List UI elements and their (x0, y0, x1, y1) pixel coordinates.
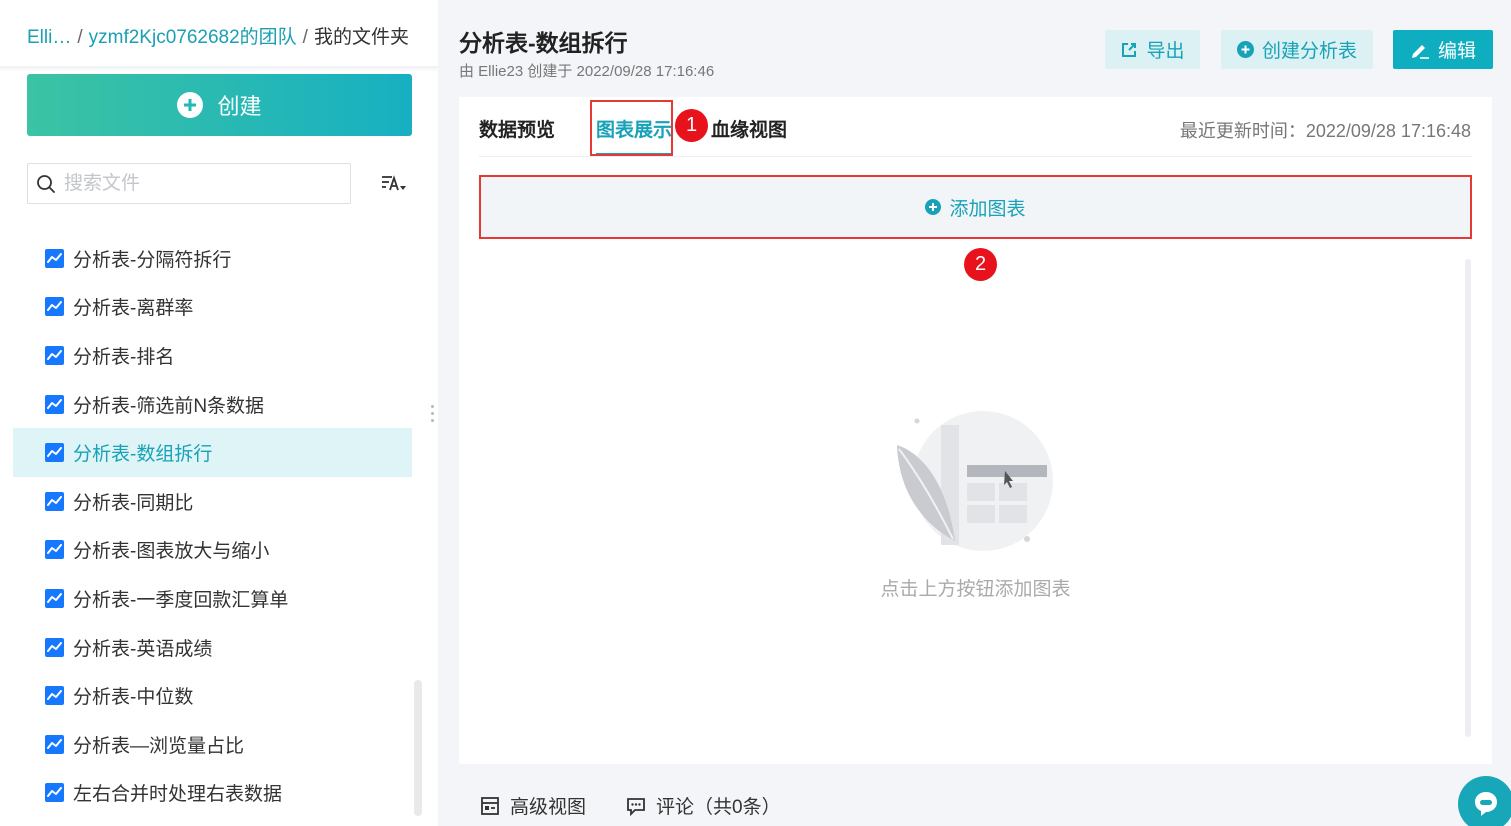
advanced-view-label: 高级视图 (510, 797, 587, 818)
file-list-item[interactable]: 分析表-英语成绩 (13, 623, 412, 672)
edit-icon (1411, 44, 1429, 59)
annotation-highlight-tab (590, 100, 673, 156)
edit-button[interactable]: 编辑 (1393, 30, 1493, 69)
file-list-item[interactable]: 分析表-图表放大与缩小 (13, 526, 412, 575)
annotation-badge-1: 1 (675, 109, 708, 142)
support-chat-button[interactable] (1458, 776, 1511, 826)
chart-file-icon (45, 491, 64, 511)
file-list-item-label: 分析表-分隔符拆行 (73, 249, 232, 271)
file-list-item[interactable]: 分析表-排名 (13, 331, 412, 380)
file-list-item-label: 分析表-数组拆行 (73, 444, 213, 466)
search-icon (37, 174, 55, 193)
chart-file-icon (45, 297, 64, 317)
file-list-item-label: 分析表-一季度回款汇算单 (73, 589, 289, 611)
breadcrumb-user[interactable]: Elli… (27, 27, 71, 48)
breadcrumb-shadow (0, 66, 438, 72)
search-box (27, 163, 351, 204)
content-scrollbar[interactable] (1465, 259, 1471, 737)
breadcrumb-team[interactable]: yzmf2Kjc0762682的团队 (89, 27, 297, 48)
bottom-toolbar: 高级视图 评论（共0条） (480, 792, 781, 819)
create-analysis-label: 创建分析表 (1261, 41, 1357, 62)
chart-file-icon (45, 637, 64, 657)
last-updated-time: 最近更新时间：2022/09/28 17:16:48 (1179, 121, 1471, 141)
tab-divider (479, 156, 1472, 157)
panel-resize-handle[interactable] (431, 405, 435, 425)
chart-file-icon (45, 394, 64, 414)
file-list: 分析表-分隔符拆行 分析表-离群率 分析表-排名分析表-筛选前N条数据 分析表-数组拆… (13, 234, 412, 817)
chart-file-icon (45, 686, 64, 706)
breadcrumb-separator: / (302, 27, 308, 48)
advanced-view-icon (481, 796, 499, 815)
file-list-item-label: 分析表-图表放大与缩小 (73, 541, 270, 563)
tab-lineage-view[interactable]: 血缘视图 (711, 115, 787, 142)
file-list-item-label: 分析表-同期比 (73, 492, 194, 514)
breadcrumb-separator: / (77, 27, 83, 48)
file-list-item[interactable]: 分析表-分隔符拆行 (13, 234, 412, 283)
comments-button[interactable]: 评论（共0条） (626, 792, 781, 819)
chart-file-icon (45, 588, 64, 608)
advanced-view-button[interactable]: 高级视图 (480, 792, 586, 819)
page-subtitle: 由 Ellie23 创建于 2022/09/28 17:16:46 (459, 63, 715, 80)
file-list-item-label: 分析表-英语成绩 (73, 638, 213, 660)
file-list-item[interactable]: 分析表-同期比 (13, 477, 412, 526)
comment-icon (627, 797, 645, 816)
file-list-item-label: 分析表-离群率 (73, 298, 194, 320)
empty-chart-illustration-icon (897, 411, 1053, 551)
export-icon (1122, 42, 1137, 57)
edit-label: 编辑 (1437, 41, 1476, 62)
plus-circle-icon (177, 92, 204, 118)
plus-circle-icon (925, 199, 942, 215)
breadcrumb-current-folder: 我的文件夹 (313, 27, 409, 48)
chat-icon (1475, 792, 1497, 816)
file-list-item[interactable]: 分析表-筛选前N条数据 (13, 380, 412, 429)
empty-state-text: 点击上方按钮添加图表 (880, 579, 1071, 600)
add-chart-button[interactable]: 添加图表 (479, 175, 1472, 239)
create-analysis-button[interactable]: 创建分析表 (1221, 30, 1373, 69)
file-list-item[interactable]: 分析表-中位数 (13, 671, 412, 720)
comments-label: 评论（共0条） (656, 797, 781, 818)
file-list-scrollbar[interactable] (414, 680, 422, 816)
chart-file-icon (45, 248, 64, 268)
export-button[interactable]: 导出 (1105, 30, 1200, 69)
chart-file-icon (45, 345, 64, 365)
page-title: 分析表-数组拆行 (459, 30, 628, 56)
main-card: 数据预览 图表展示 血缘视图 最近更新时间：2022/09/28 17:16:4… (459, 97, 1492, 764)
file-list-item-label: 分析表-筛选前N条数据 (73, 395, 265, 417)
file-list-item[interactable]: 分析表-数组拆行 (13, 428, 412, 477)
export-label: 导出 (1146, 41, 1185, 62)
add-chart-label: 添加图表 (949, 198, 1026, 220)
file-list-item-label: 左右合并时处理右表数据 (73, 784, 283, 806)
create-button-label: 创建 (217, 94, 262, 119)
chart-file-icon (45, 443, 64, 463)
left-panel: Elli…/yzmf2Kjc0762682的团队/我的文件夹 创建 分析表-分隔… (0, 0, 438, 826)
file-list-item[interactable]: 左右合并时处理右表数据 (13, 769, 412, 818)
tab-data-preview[interactable]: 数据预览 (479, 115, 555, 142)
plus-circle-icon (1236, 41, 1254, 58)
create-button[interactable]: 创建 (27, 74, 412, 136)
breadcrumb: Elli… / yzmf2Kjc0762682的团队 / 我的文件夹 (27, 22, 409, 49)
file-list-item[interactable]: 分析表-离群率 (13, 283, 412, 332)
file-list-item-label: 分析表-排名 (73, 346, 175, 368)
annotation-badge-2: 2 (964, 248, 997, 281)
search-input[interactable] (64, 172, 324, 195)
file-list-item-label: 分析表-中位数 (73, 687, 194, 709)
chart-file-icon (45, 734, 64, 754)
sort-icon[interactable] (380, 172, 408, 196)
chart-file-icon (45, 540, 64, 560)
file-list-item-label: 分析表—浏览量占比 (73, 735, 245, 757)
file-list-item[interactable]: 分析表-一季度回款汇算单 (13, 574, 412, 623)
file-list-item[interactable]: 分析表—浏览量占比 (13, 720, 412, 769)
chart-file-icon (45, 783, 64, 803)
